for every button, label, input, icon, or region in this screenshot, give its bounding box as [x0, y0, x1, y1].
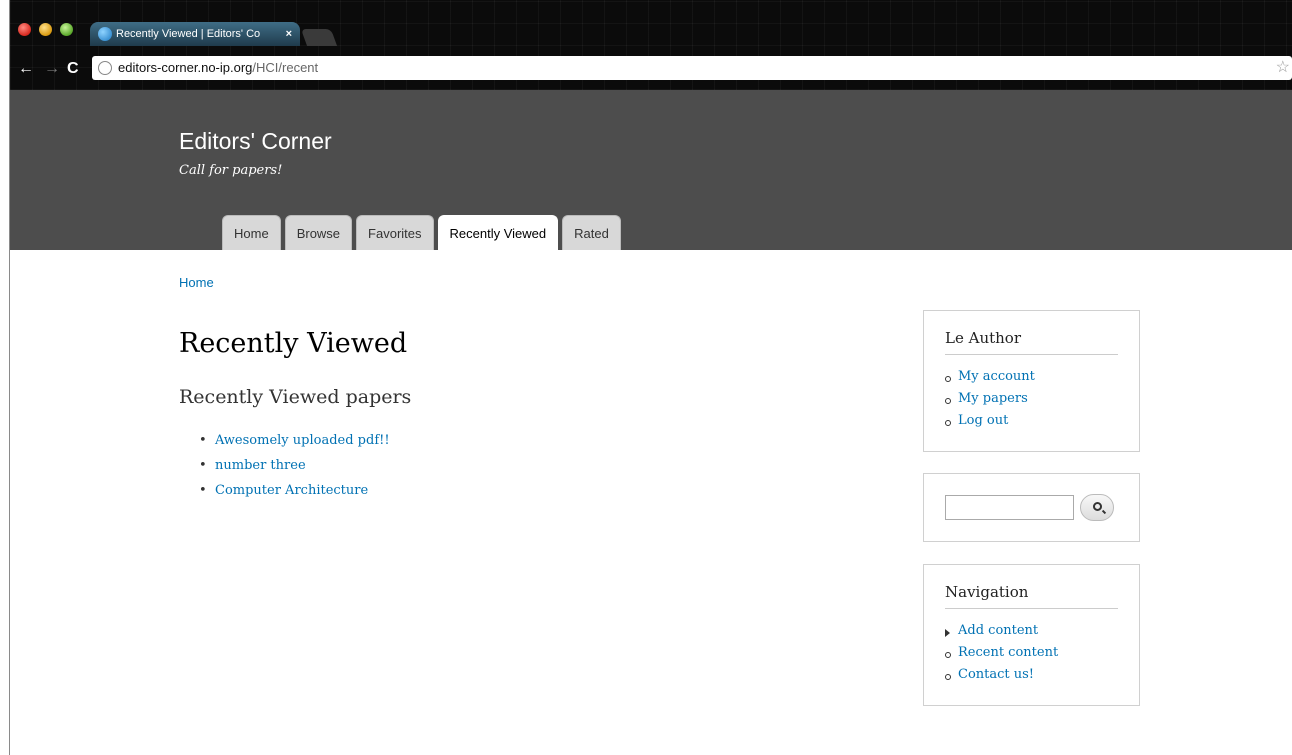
- log-out-link[interactable]: Log out: [945, 413, 1139, 435]
- url-host: editors-corner.no-ip.org: [118, 60, 253, 75]
- primary-tabs: Home Browse Favorites Recently Viewed Ra…: [222, 215, 621, 250]
- url-path: /HCI/recent: [252, 60, 319, 75]
- paper-link[interactable]: number three: [199, 458, 390, 483]
- my-papers-link[interactable]: My papers: [945, 391, 1139, 413]
- new-tab-button[interactable]: [300, 29, 338, 46]
- site-header: Editors' Corner Call for papers! Home Br…: [10, 90, 1292, 250]
- paper-link[interactable]: Computer Architecture: [199, 483, 390, 508]
- contact-us-link[interactable]: Contact us!: [945, 667, 1139, 689]
- site-slogan: Call for papers!: [179, 163, 283, 178]
- tab-recently-viewed[interactable]: Recently Viewed: [437, 215, 559, 250]
- my-account-link[interactable]: My account: [945, 369, 1139, 391]
- page-title: Recently Viewed: [179, 328, 408, 359]
- bookmark-star-icon[interactable]: ☆: [1276, 56, 1290, 80]
- paper-link[interactable]: Awesomely uploaded pdf!!: [199, 433, 390, 458]
- search-icon: [1093, 502, 1102, 511]
- reload-icon[interactable]: C: [67, 60, 79, 78]
- tab-home[interactable]: Home: [222, 215, 281, 250]
- browser-tab[interactable]: Recently Viewed | Editors' Co ×: [90, 22, 300, 46]
- tab-rated[interactable]: Rated: [562, 215, 621, 250]
- section-title: Recently Viewed papers: [179, 386, 412, 408]
- tab-favorites[interactable]: Favorites: [356, 215, 434, 250]
- zoom-window-button[interactable]: [60, 23, 73, 36]
- favicon-icon: [98, 27, 112, 41]
- minimize-window-button[interactable]: [39, 23, 52, 36]
- navigation-block: Navigation Add content Recent content Co…: [923, 564, 1140, 706]
- search-block: [923, 473, 1140, 542]
- browser-chrome: Recently Viewed | Editors' Co × ← → C ed…: [10, 0, 1292, 90]
- tab-browse[interactable]: Browse: [284, 215, 353, 250]
- tab-close-icon[interactable]: ×: [286, 22, 292, 46]
- author-block-title: Le Author: [945, 329, 1118, 355]
- recent-papers-list: Awesomely uploaded pdf!! number three Co…: [199, 433, 390, 508]
- site-name[interactable]: Editors' Corner: [179, 128, 332, 155]
- search-input[interactable]: [945, 495, 1074, 520]
- close-window-button[interactable]: [18, 23, 31, 36]
- recent-content-link[interactable]: Recent content: [945, 645, 1139, 667]
- browser-tab-title: Recently Viewed | Editors' Co: [116, 28, 261, 40]
- forward-arrow-icon[interactable]: →: [44, 60, 60, 78]
- add-content-link[interactable]: Add content: [945, 623, 1139, 645]
- author-block: Le Author My account My papers Log out: [923, 310, 1140, 452]
- search-button[interactable]: [1080, 494, 1114, 521]
- address-bar[interactable]: editors-corner.no-ip.org/HCI/recent ☆: [92, 56, 1292, 80]
- back-arrow-icon[interactable]: ←: [18, 60, 34, 78]
- globe-icon: [98, 61, 112, 75]
- breadcrumb[interactable]: Home: [179, 275, 214, 290]
- navigation-block-title: Navigation: [945, 583, 1118, 609]
- window-edge: [0, 0, 10, 755]
